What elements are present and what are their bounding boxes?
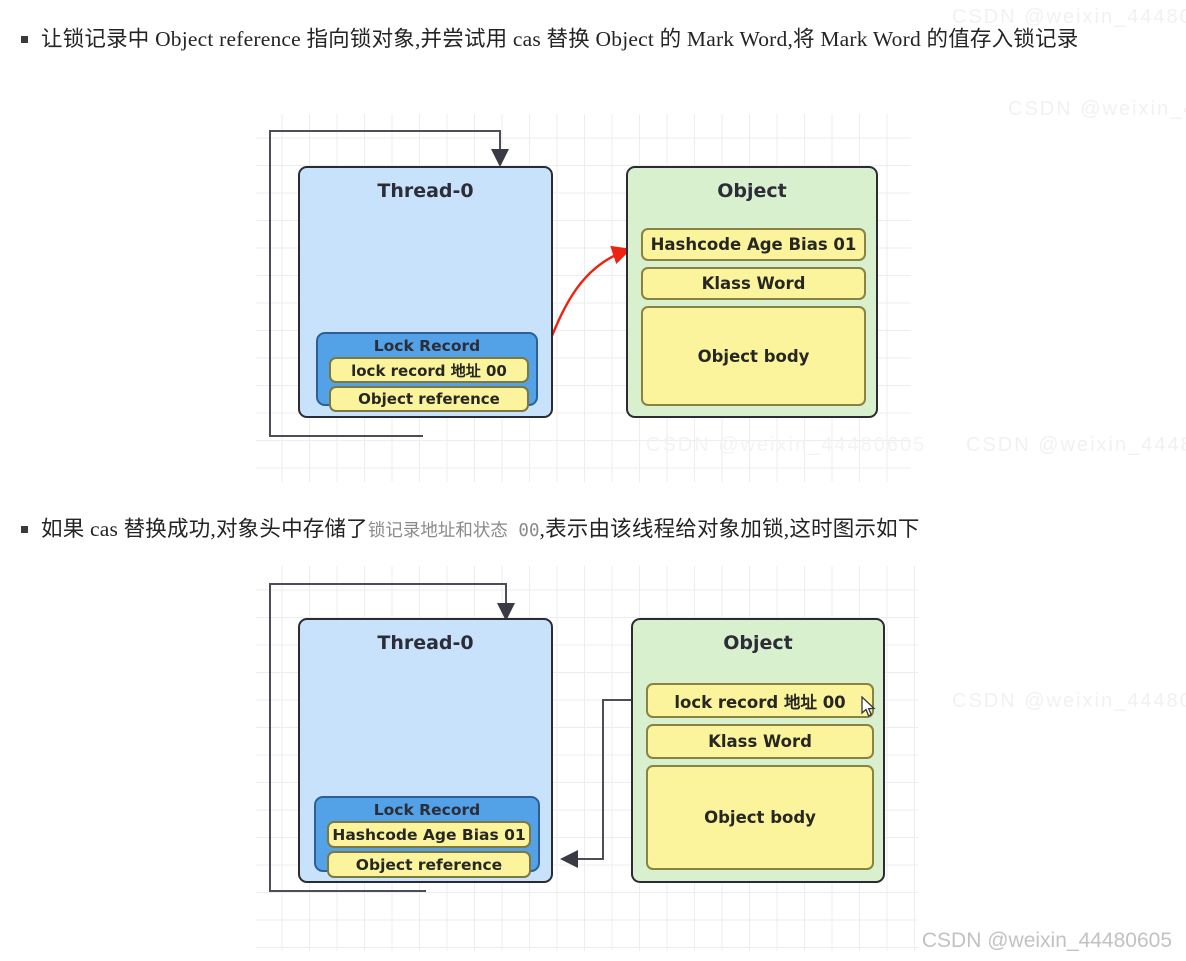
bullet-paragraph-2: 如果 cas 替换成功,对象头中存储了锁记录地址和状态 00,表示由该线程给对象…	[21, 512, 1161, 549]
lock-record-title: Lock Record	[373, 801, 481, 819]
lock-record-box: Lock Record lock record 地址 00 Object ref…	[316, 332, 538, 412]
object-box-title: Object	[723, 632, 793, 654]
diagram-after-cas: Thread-0 Lock Record Hashcode Age Bias 0…	[256, 566, 918, 951]
object-slot-object-body: Object body	[641, 306, 866, 406]
object-box: Object Hashcode Age Bias 01 Klass Word O…	[626, 166, 878, 418]
lock-record-title: Lock Record	[373, 337, 481, 355]
mouse-pointer-icon	[861, 696, 876, 717]
thread-box: Thread-0 Lock Record Hashcode Age Bias 0…	[298, 618, 553, 883]
lock-record-slot-object-reference: Object reference	[327, 851, 531, 878]
object-slot-klass-word: Klass Word	[641, 267, 866, 300]
bullet-2-code: 锁记录地址和状态 00	[367, 521, 540, 541]
thread-box-title: Thread-0	[377, 180, 474, 202]
faint-watermark: CSDN @weixin_44480605	[646, 434, 927, 456]
faint-watermark: CSDN @weixin_44480605	[1008, 98, 1186, 120]
connector-markword-to-lock-record	[560, 699, 637, 868]
faint-watermark: CSDN @weixin_44480605	[966, 434, 1186, 456]
lock-record-slot-object-reference: Object reference	[329, 386, 529, 412]
bullet-1-text: 让锁记录中 Object reference 指向锁对象,并尝试用 cas 替换…	[41, 27, 1079, 51]
lock-record-slot-markword: Hashcode Age Bias 01	[327, 821, 531, 848]
thread-box-title: Thread-0	[377, 632, 474, 654]
object-box: Object lock record 地址 00 Klass Word Obje…	[631, 618, 885, 883]
object-box-title: Object	[717, 180, 787, 202]
object-slot-markword: lock record 地址 00	[646, 683, 874, 718]
lock-record-box: Lock Record Hashcode Age Bias 01 Object …	[314, 796, 540, 878]
bullet-2-part2: ,表示由该线程给对象加锁,这时图示如下	[539, 517, 920, 541]
square-bullet-icon	[21, 36, 28, 43]
object-slot-object-body: Object body	[646, 765, 874, 870]
thread-box: Thread-0 Lock Record lock record 地址 00 O…	[298, 166, 553, 418]
csdn-watermark: CSDN @weixin_44480605	[921, 929, 1172, 952]
faint-watermark: CSDN @weixin_44480605	[952, 690, 1186, 712]
faint-watermark: CSDN @weixin_44480605	[952, 6, 1186, 28]
lock-record-slot-markword: lock record 地址 00	[329, 357, 529, 383]
object-slot-markword: Hashcode Age Bias 01	[641, 228, 866, 261]
diagram-before-cas: Thread-0 Lock Record lock record 地址 00 O…	[256, 114, 924, 482]
object-slot-klass-word: Klass Word	[646, 724, 874, 759]
bullet-2-text: 如果 cas 替换成功,对象头中存储了锁记录地址和状态 00,表示由该线程给对象…	[41, 512, 920, 549]
page-root: 让锁记录中 Object reference 指向锁对象,并尝试用 cas 替换…	[0, 0, 1186, 961]
square-bullet-icon	[21, 526, 28, 533]
bullet-2-part1: 如果 cas 替换成功,对象头中存储了	[41, 517, 368, 541]
